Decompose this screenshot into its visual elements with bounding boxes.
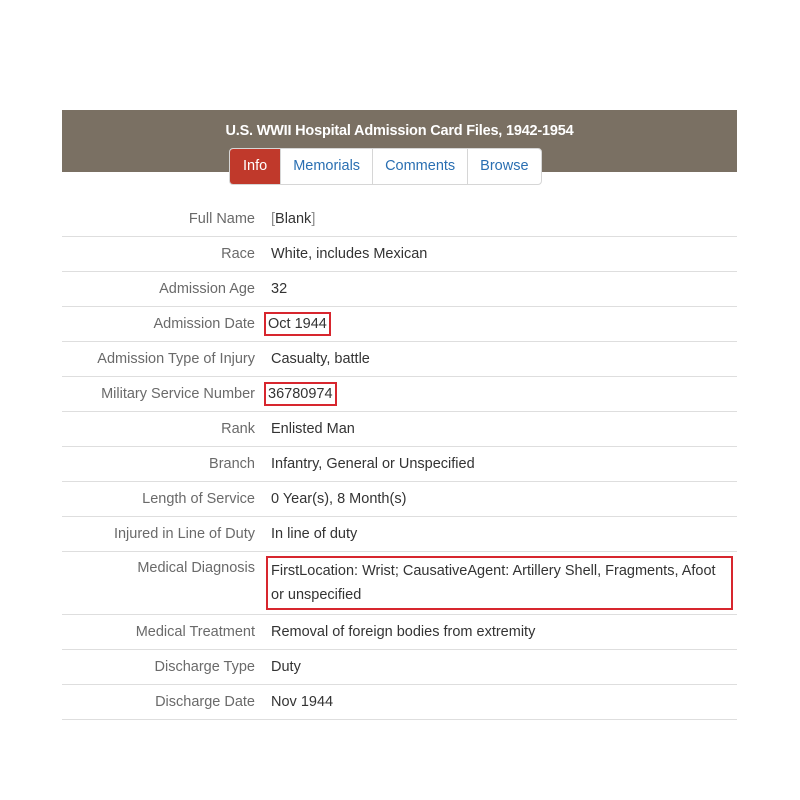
field-value: 0 Year(s), 8 Month(s) [271,491,407,507]
field-row-admission-age: Admission Age 32 [62,272,737,307]
field-row-rank: Rank Enlisted Man [62,412,737,447]
field-row-branch: Branch Infantry, General or Unspecified [62,447,737,482]
field-label: Full Name [188,211,255,227]
field-value: Removal of foreign bodies from extremity [271,624,536,640]
field-row-medical-diagnosis: Medical Diagnosis FirstLocation: Wrist; … [62,552,737,615]
highlighted-value: Oct 1944 [264,312,331,336]
field-value: In line of duty [271,526,358,542]
field-label: Medical Treatment [135,624,255,640]
field-row-race: Race White, includes Mexican [62,237,737,272]
field-value: White, includes Mexican [271,246,428,262]
field-row-medical-treatment: Medical Treatment Removal of foreign bod… [62,615,737,650]
tab-memorials[interactable]: Memorials [280,149,372,184]
field-row-military-service-number: Military Service Number 36780974 [62,377,737,412]
full-name-value: Blank [275,211,312,227]
field-label: Medical Diagnosis [137,560,255,576]
record-details-table: Full Name [Blank] Race White, includes M… [62,202,737,720]
field-label: Rank [221,421,255,437]
field-value: 32 [271,281,288,297]
tab-browse[interactable]: Browse [467,149,540,184]
bracket-close: ] [311,211,316,227]
field-value: Nov 1944 [271,694,334,710]
field-row-injured-in-line-of-duty: Injured in Line of Duty In line of duty [62,517,737,552]
field-value: Enlisted Man [271,421,355,437]
field-label: Discharge Date [155,694,255,710]
field-value: [Blank] [271,202,737,236]
tab-info[interactable]: Info [230,149,281,184]
field-row-length-of-service: Length of Service 0 Year(s), 8 Month(s) [62,482,737,517]
field-value: Infantry, General or Unspecified [271,456,475,472]
field-value: Oct 1944 [264,307,737,341]
highlighted-value: FirstLocation: Wrist; CausativeAgent: Ar… [266,556,733,610]
field-row-admission-type-of-injury: Admission Type of Injury Casualty, battl… [62,342,737,377]
field-value: Casualty, battle [271,351,370,367]
field-value: Duty [271,659,301,675]
field-row-discharge-date: Discharge Date Nov 1944 [62,685,737,720]
highlighted-value: 36780974 [264,382,337,406]
field-label: Length of Service [142,491,255,507]
record-title: U.S. WWII Hospital Admission Card Files,… [225,123,574,139]
field-label: Branch [209,456,255,472]
field-label: Injured in Line of Duty [113,526,255,542]
field-value: 36780974 [264,377,737,411]
field-label: Discharge Type [154,659,255,675]
tab-comments[interactable]: Comments [372,149,467,184]
field-label: Admission Date [153,316,255,332]
field-label: Admission Age [159,281,255,297]
field-value: FirstLocation: Wrist; CausativeAgent: Ar… [266,552,737,614]
field-row-discharge-type: Discharge Type Duty [62,650,737,685]
field-label: Military Service Number [101,386,255,402]
field-label: Admission Type of Injury [97,351,255,367]
field-row-full-name: Full Name [Blank] [62,202,737,237]
field-label: Race [221,246,255,262]
page: U.S. WWII Hospital Admission Card Files,… [0,0,800,800]
record-tabs: Info Memorials Comments Browse [229,148,542,185]
field-row-admission-date: Admission Date Oct 1944 [62,307,737,342]
